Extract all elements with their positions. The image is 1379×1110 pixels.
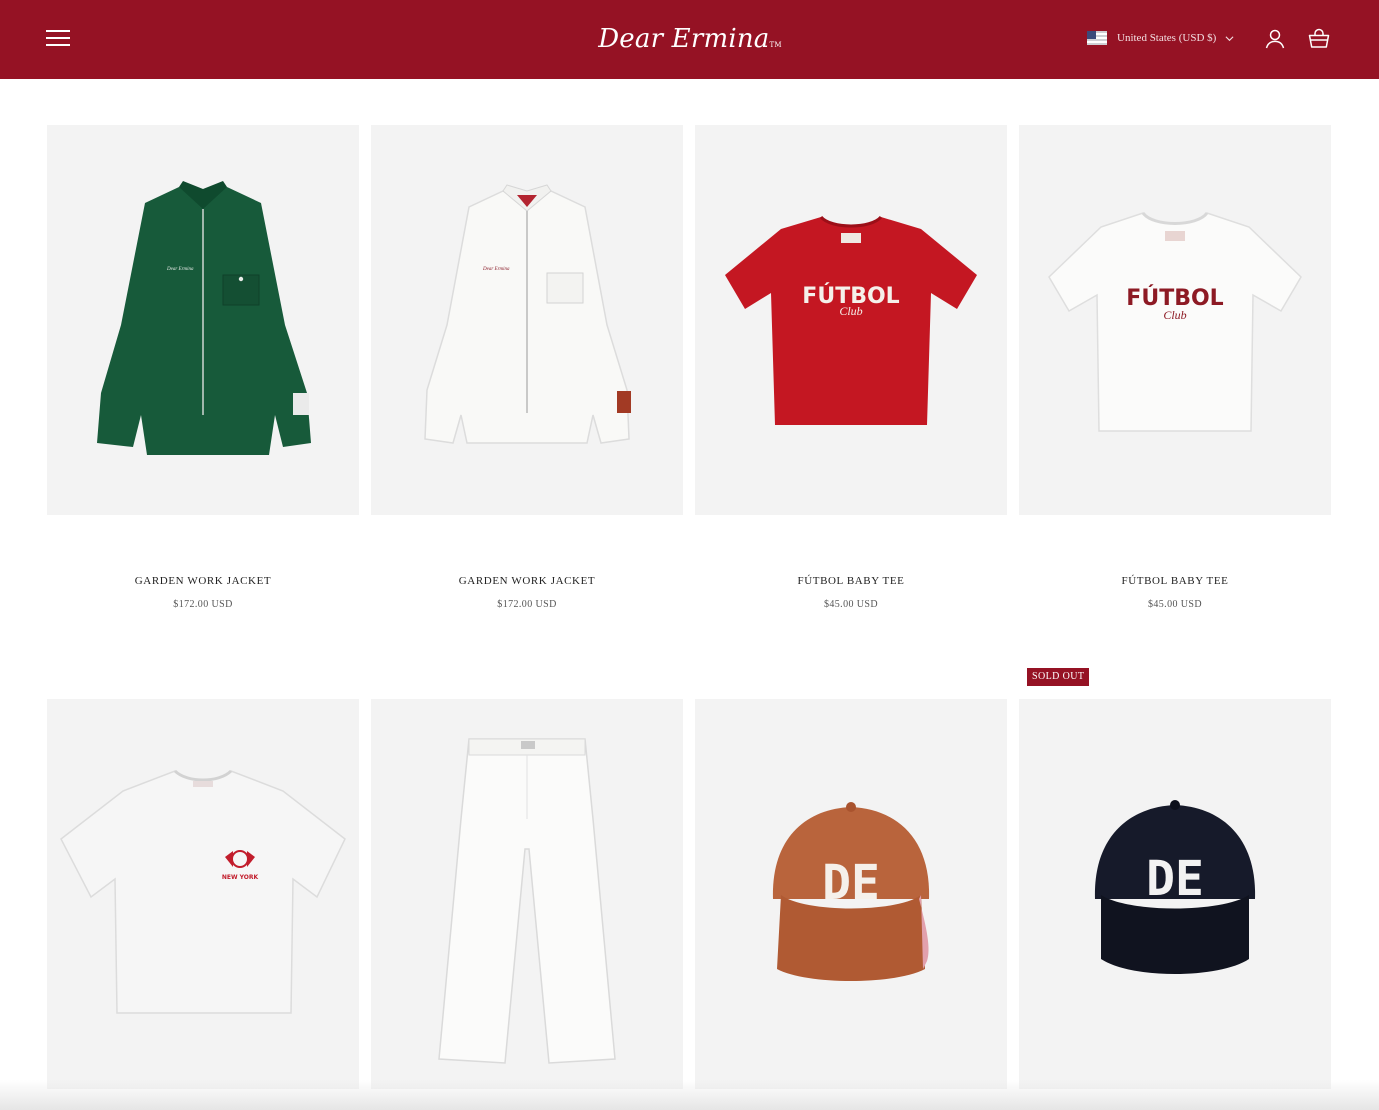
brown-de-cap-image: DE — [772, 802, 930, 981]
product-image[interactable]: FÚTBOL Club — [1019, 125, 1331, 515]
product-card[interactable]: FÚTBOL Club FÚTBOL BABY TEE $45.00 USD — [1019, 125, 1331, 625]
red-baby-tee-image: FÚTBOL Club — [725, 215, 977, 425]
product-title[interactable]: FÚTBOL BABY TEE — [695, 575, 1007, 587]
account-icon[interactable] — [1263, 27, 1287, 51]
product-title[interactable]: FÚTBOL BABY TEE — [1019, 575, 1331, 587]
tee-print-line2: Club — [1163, 308, 1186, 322]
cart-icon[interactable] — [1307, 27, 1331, 51]
white-baby-tee-image: FÚTBOL Club — [1048, 211, 1302, 432]
navy-de-cap-image: DE — [1094, 800, 1256, 974]
product-image[interactable]: Dear Ermina — [47, 125, 359, 515]
product-price: $172.00 USD — [497, 599, 557, 610]
product-image[interactable] — [371, 699, 683, 1089]
product-card[interactable]: Dear Ermina GARDEN WORK JACKET $172.00 U… — [47, 125, 359, 625]
site-header: Dear ErminaTM United States (USD $) — [0, 0, 1379, 79]
green-work-jacket-image: Dear Ermina — [97, 181, 311, 455]
brand-trademark: TM — [769, 41, 782, 49]
product-card[interactable]: Dear Ermina GARDEN WORK JACKET $172.00 U… — [371, 125, 683, 625]
product-card[interactable]: DE — [695, 699, 1007, 1089]
product-title[interactable]: GARDEN WORK JACKET — [47, 575, 359, 587]
chevron-down-icon — [1225, 35, 1234, 41]
product-image[interactable]: DE — [1019, 699, 1331, 1089]
us-flag-icon — [1087, 31, 1107, 45]
white-work-jacket-image: Dear Ermina — [424, 184, 631, 444]
product-image[interactable]: DE — [695, 699, 1007, 1089]
product-card[interactable]: NEW YORK — [47, 699, 359, 1089]
country-selector-label: United States (USD $) — [1117, 32, 1217, 44]
product-card[interactable]: DE — [1019, 699, 1331, 1089]
svg-text:Dear Ermina: Dear Ermina — [166, 267, 194, 272]
product-price: $172.00 USD — [173, 599, 233, 610]
product-price: $45.00 USD — [823, 599, 878, 610]
tee-print-line2: Club — [839, 304, 862, 318]
menu-icon[interactable] — [46, 28, 72, 48]
white-pants-image — [438, 738, 616, 1064]
country-selector[interactable]: United States (USD $) — [1087, 28, 1234, 48]
svg-text:Dear Ermina: Dear Ermina — [482, 267, 510, 272]
bottom-fade — [0, 1080, 1379, 1110]
tee-print-line1: NEW YORK — [222, 874, 259, 881]
cap-print: DE — [822, 855, 880, 911]
product-image[interactable]: Dear Ermina — [371, 125, 683, 515]
product-card[interactable]: FÚTBOL Club FÚTBOL BABY TEE $45.00 USD — [695, 125, 1007, 625]
product-card[interactable] — [371, 699, 683, 1089]
cap-print: DE — [1146, 851, 1204, 907]
white-crest-tee-image: NEW YORK — [60, 769, 346, 1014]
sold-out-badge: SOLD OUT — [1027, 668, 1090, 686]
product-price: $45.00 USD — [1147, 599, 1202, 610]
brand-logo[interactable]: Dear ErminaTM — [590, 20, 790, 60]
product-image[interactable]: FÚTBOL Club — [695, 125, 1007, 515]
brand-name: Dear Ermina — [598, 24, 770, 54]
product-title[interactable]: GARDEN WORK JACKET — [371, 575, 683, 587]
product-image[interactable]: NEW YORK — [47, 699, 359, 1089]
